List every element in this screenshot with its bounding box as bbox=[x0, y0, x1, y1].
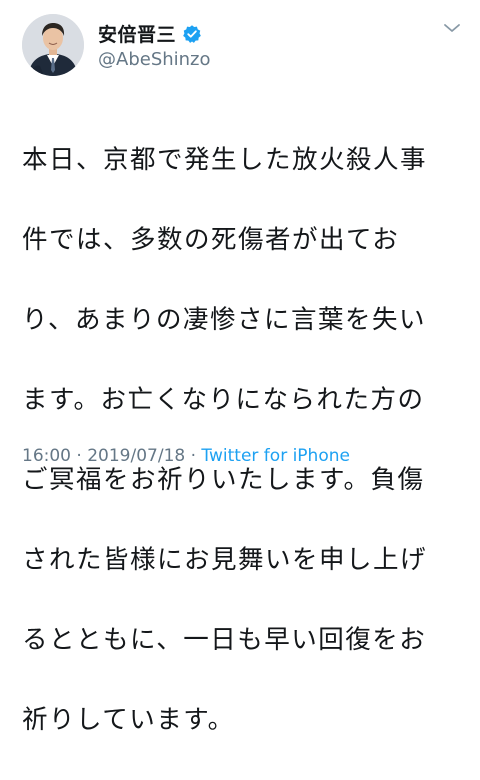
verified-badge-icon bbox=[182, 24, 202, 44]
account-handle[interactable]: @AbeShinzo bbox=[98, 49, 211, 70]
tweet-card: 安倍晋三 @AbeShinzo 本日、京都で発生した放火殺人事 件では、多数の死… bbox=[0, 0, 480, 735]
display-name[interactable]: 安倍晋三 bbox=[98, 20, 176, 47]
tweet-text-line: り、あまりの凄惨さに言葉を失い bbox=[22, 305, 426, 335]
tweet-text-line: ます。お亡くなりになられた方の bbox=[22, 385, 425, 415]
tweet-text-line: ご冥福をお祈りいたします。負傷 bbox=[22, 465, 425, 495]
tweet-header: 安倍晋三 @AbeShinzo bbox=[22, 12, 211, 78]
meta-separator: · bbox=[185, 446, 202, 466]
tweet-source-link[interactable]: Twitter for iPhone bbox=[201, 446, 350, 466]
tweet-text-line: 祈りしています。 bbox=[22, 705, 235, 735]
tweet-text: 本日、京都で発生した放火殺人事 件では、多数の死傷者が出てお り、あまりの凄惨さ… bbox=[22, 100, 472, 780]
tweet-time[interactable]: 16:00 bbox=[22, 446, 71, 466]
tweet-text-line: された皆様にお見舞いを申し上げ bbox=[22, 545, 428, 575]
account-names: 安倍晋三 @AbeShinzo bbox=[98, 21, 211, 70]
tweet-text-line: るとともに、一日も早い回復をお bbox=[22, 625, 427, 655]
meta-separator: · bbox=[71, 446, 88, 466]
tweet-date[interactable]: 2019/07/18 bbox=[87, 446, 185, 466]
display-name-row: 安倍晋三 bbox=[98, 21, 211, 47]
profile-avatar[interactable] bbox=[22, 14, 84, 76]
tweet-text-line: 本日、京都で発生した放火殺人事 bbox=[22, 145, 428, 175]
more-options-chevron-down-icon[interactable] bbox=[442, 20, 462, 34]
tweet-text-line: 件では、多数の死傷者が出てお bbox=[22, 225, 400, 255]
tweet-meta: 16:00 · 2019/07/18 · Twitter for iPhone bbox=[22, 446, 350, 466]
